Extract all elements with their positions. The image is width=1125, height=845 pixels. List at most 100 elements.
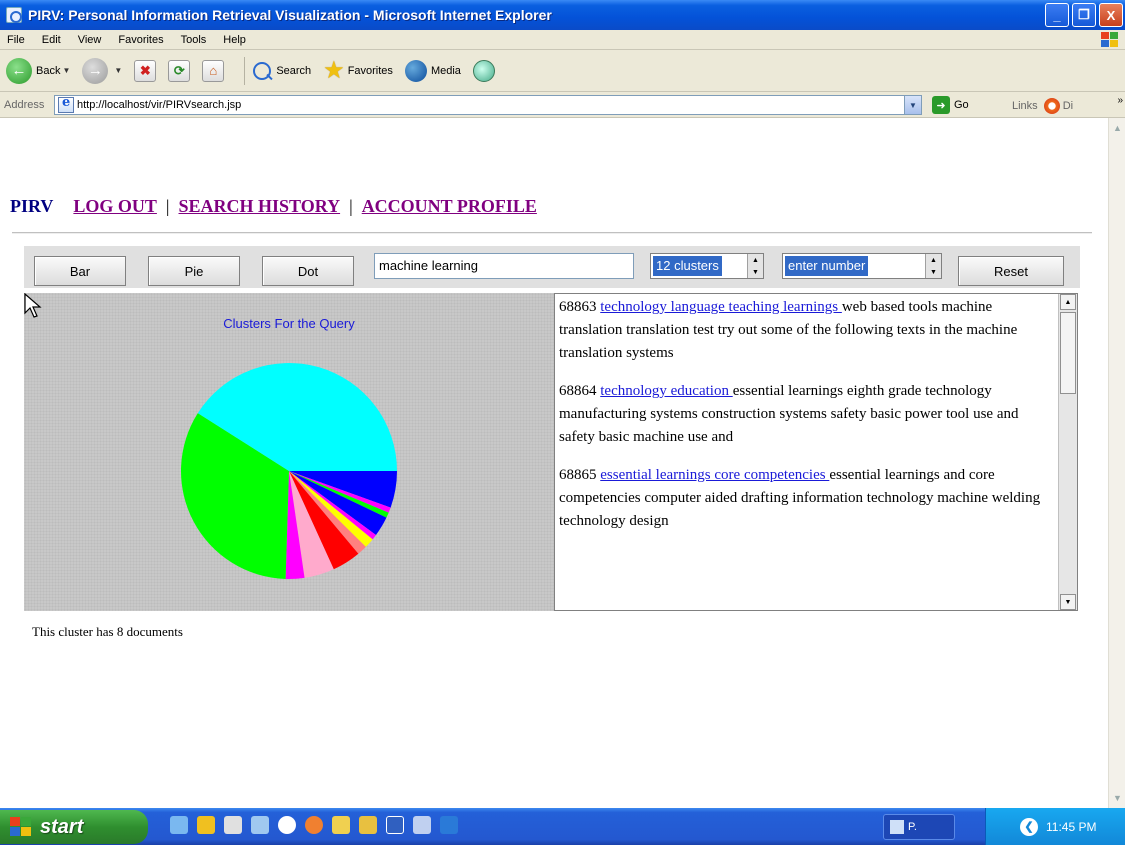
menu-view[interactable]: View [78, 34, 102, 46]
address-label: Address [4, 98, 45, 111]
bar-button[interactable]: Bar [34, 256, 126, 286]
media-player-icon[interactable] [278, 816, 296, 834]
network-icon[interactable] [440, 816, 458, 834]
refresh-icon: ⟳ [168, 59, 191, 82]
scroll-up-icon[interactable]: ▲ [1060, 294, 1076, 310]
result-id: 68863 [559, 299, 597, 315]
explorer-icon[interactable] [359, 816, 377, 834]
back-button[interactable]: ← Back ▼ [6, 57, 70, 84]
scroll-down-icon[interactable]: ▼ [1110, 790, 1125, 806]
page-scrollbar[interactable]: ▲ ▼ [1108, 118, 1125, 808]
home-button[interactable]: ⌂ [202, 59, 225, 82]
links-bar[interactable]: Links Di [1012, 98, 1073, 114]
taskbar: start P. ❮ 11:45 PM [0, 808, 1125, 845]
history-icon [472, 59, 495, 82]
pie-chart[interactable] [24, 293, 554, 611]
results-panel[interactable]: 68863 technology language teaching learn… [554, 293, 1078, 611]
maximize-button[interactable]: ❐ [1072, 3, 1096, 27]
refresh-button[interactable]: ⟳ [168, 59, 191, 82]
result-link[interactable]: technology language teaching learnings [600, 299, 842, 315]
word-icon[interactable] [386, 816, 404, 834]
history-button[interactable] [472, 59, 495, 82]
forward-arrow-icon: → [82, 57, 109, 84]
nav-separator: | [165, 196, 170, 216]
page-icon [58, 95, 74, 113]
start-button[interactable]: start [0, 810, 148, 844]
page-content: PIRV LOG OUT | SEARCH HISTORY | ACCOUNT … [0, 118, 1108, 808]
search-history-link[interactable]: SEARCH HISTORY [179, 196, 341, 217]
menu-favorites[interactable]: Favorites [118, 34, 163, 46]
windows-logo-icon [1101, 32, 1119, 48]
brand-title: PIRV [10, 196, 54, 216]
query-input[interactable]: machine learning [374, 253, 634, 279]
media-icon [404, 59, 427, 82]
window-titlebar[interactable]: PIRV: Personal Information Retrieval Vis… [0, 0, 1125, 30]
result-item: 68865 essential learnings core competenc… [559, 464, 1054, 533]
chevron-down-icon[interactable]: ▼ [904, 96, 921, 114]
address-url: http://localhost/vir/PIRVsearch.jsp [77, 99, 242, 111]
result-id: 68865 [559, 467, 597, 483]
tray-arrow-icon[interactable]: ❮ [1020, 817, 1038, 836]
forward-button[interactable]: → ▼ [82, 57, 122, 84]
chevron-down-icon[interactable]: ▼ [62, 66, 70, 75]
firefox-icon[interactable] [305, 816, 323, 834]
stop-button[interactable]: ✖ [134, 59, 157, 82]
cluster-status: This cluster has 8 documents [32, 624, 183, 639]
mouse-cursor-icon [24, 293, 42, 318]
spinner-arrows-icon[interactable]: ▲ ▼ [925, 254, 941, 278]
reset-button[interactable]: Reset [958, 256, 1064, 286]
menu-help[interactable]: Help [223, 34, 246, 46]
media-button[interactable]: Media [404, 59, 461, 82]
go-label: Go [954, 99, 969, 111]
taskbar-item-label: P. [908, 821, 917, 833]
pencil-icon[interactable] [224, 816, 242, 834]
media-label: Media [430, 64, 461, 77]
menu-file[interactable]: File [7, 34, 25, 46]
account-profile-link[interactable]: ACCOUNT PROFILE [362, 196, 537, 217]
scroll-thumb[interactable] [1060, 312, 1076, 394]
chart-icon[interactable] [251, 816, 269, 834]
folder-icon[interactable] [332, 816, 350, 834]
result-item: 68864 technology education essential lea… [559, 380, 1054, 449]
links-item[interactable]: Di [1063, 100, 1073, 112]
results-list: 68863 technology language teaching learn… [559, 296, 1054, 548]
clock: 11:45 PM [1046, 819, 1097, 834]
address-input[interactable]: http://localhost/vir/PIRVsearch.jsp ▼ [54, 95, 922, 115]
system-tray: ❮ 11:45 PM [985, 808, 1125, 845]
number-spinner[interactable]: enter number ▲ ▼ [782, 253, 942, 279]
result-link[interactable]: technology education [600, 383, 732, 399]
scroll-down-icon[interactable]: ▼ [1060, 594, 1076, 610]
window-title: PIRV: Personal Information Retrieval Vis… [28, 7, 552, 23]
favorites-button[interactable]: ★ Favorites [323, 56, 393, 85]
results-scrollbar[interactable]: ▲ ▼ [1058, 294, 1077, 610]
search-button[interactable]: Search [253, 61, 311, 80]
toolbar-divider [244, 56, 246, 85]
menu-tools[interactable]: Tools [181, 34, 207, 46]
dot-button[interactable]: Dot [262, 256, 354, 286]
start-label: start [40, 815, 84, 838]
clusters-spinner[interactable]: 12 clusters ▲ ▼ [650, 253, 764, 279]
home-icon: ⌂ [202, 59, 225, 82]
top-nav: PIRV LOG OUT | SEARCH HISTORY | ACCOUNT … [8, 196, 537, 217]
taskbar-item[interactable]: P. [883, 814, 955, 840]
messenger-icon[interactable] [197, 816, 215, 834]
pie-button[interactable]: Pie [148, 256, 240, 286]
minimize-button[interactable]: _ [1045, 3, 1069, 27]
spinner-arrows-icon[interactable]: ▲ ▼ [747, 254, 763, 278]
app-icon[interactable] [413, 816, 431, 834]
logout-link[interactable]: LOG OUT [73, 196, 157, 217]
links-label: Links [1012, 100, 1038, 112]
number-value: enter number [785, 256, 869, 276]
chevron-down-icon[interactable]: ▼ [114, 66, 122, 75]
more-chevron-icon[interactable]: » [1117, 95, 1123, 106]
chart-panel: Clusters For the Query [24, 293, 554, 611]
scroll-up-icon[interactable]: ▲ [1110, 120, 1125, 136]
close-button[interactable]: X [1099, 3, 1123, 27]
browser-toolbar: ← Back ▼ → ▼ ✖ ⟳ ⌂ Search ★ Favorites Me… [0, 50, 1125, 92]
go-button[interactable]: ➜ Go [932, 96, 969, 114]
ie-quicklaunch-icon[interactable] [170, 816, 188, 834]
quick-launch [170, 816, 458, 834]
result-id: 68864 [559, 383, 597, 399]
result-link[interactable]: essential learnings core competencies [600, 467, 829, 483]
menu-edit[interactable]: Edit [42, 34, 61, 46]
